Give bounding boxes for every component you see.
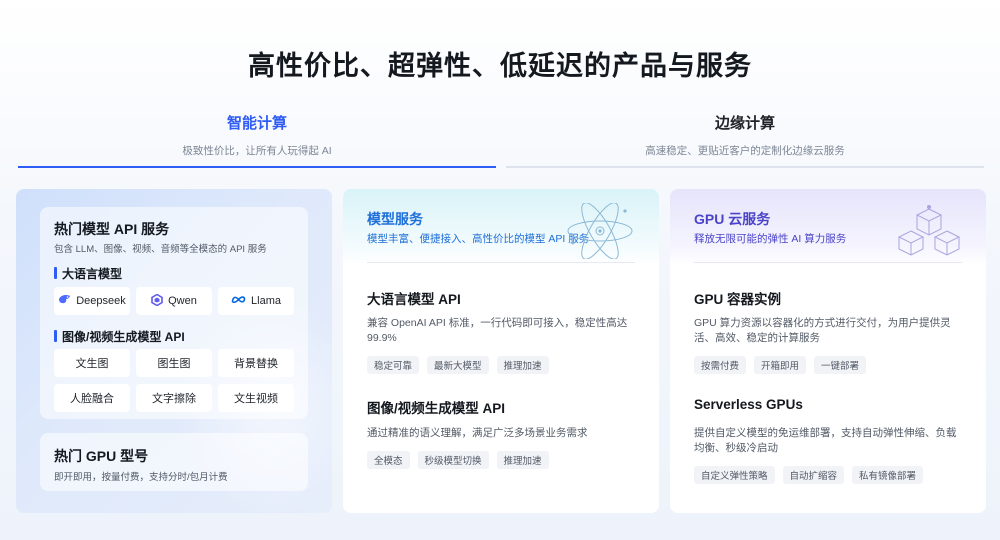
chip-background-replace[interactable]: 背景替换 <box>218 349 294 377</box>
chip-text-erase[interactable]: 文字擦除 <box>136 384 212 412</box>
product-tabs: 智能计算 极致性价比，让所有人玩得起 AI 边缘计算 高速稳定、更贴近客户的定制… <box>18 104 984 168</box>
section-headline: 高性价比、超弹性、低延迟的产品与服务 <box>248 51 752 81</box>
llm-section-label: 大语言模型 <box>54 265 122 282</box>
gpu-container-desc: GPU 算力资源以容器化的方式进行交付，为用户提供灵活、高效、稳定的计算服务 <box>694 317 951 344</box>
tag: 秒级模型切换 <box>417 451 489 469</box>
tag: 推理加速 <box>496 356 549 374</box>
tag: 私有镜像部署 <box>852 466 924 484</box>
tab-active-indicator <box>18 166 496 168</box>
card-title: GPU 云服务 <box>694 211 771 227</box>
card-divider <box>367 262 635 263</box>
card-subtitle: 模型丰富、便捷接入、高性价比的模型 API 服务 <box>367 233 590 245</box>
chip-text-to-image[interactable]: 文生图 <box>54 349 130 377</box>
tag: 全模态 <box>367 451 410 469</box>
chip-label: Deepseek <box>76 295 126 307</box>
llm-api-tags: 稳定可靠 最新大模型 推理加速 <box>367 356 549 374</box>
tag: 稳定可靠 <box>367 356 420 374</box>
model-service-card: 模型服务 模型丰富、便捷接入、高性价比的模型 API 服务 大语言模型 API … <box>343 189 659 513</box>
chip-text-to-video[interactable]: 文生视频 <box>218 384 294 412</box>
tag: 一键部署 <box>814 356 867 374</box>
tag: 推理加速 <box>496 451 549 469</box>
tag: 最新大模型 <box>427 356 489 374</box>
gpu-container-tags: 按需付费 开箱即用 一键部署 <box>694 356 867 374</box>
chip-label: Qwen <box>168 295 197 307</box>
cubes-icon <box>896 203 962 264</box>
atom-icon <box>565 202 635 264</box>
gen-api-title[interactable]: 图像/视频生成模型 API <box>367 397 505 417</box>
serverless-gpu-title[interactable]: Serverless GPUs <box>694 397 803 412</box>
hot-model-title: 热门模型 API 服务 <box>54 221 170 237</box>
gpu-cloud-card: GPU 云服务 释放无限可能的弹性 AI 算力服务 GPU 容器实例 GPU 算… <box>670 189 986 513</box>
gpu-container-title[interactable]: GPU 容器实例 <box>694 288 781 308</box>
chip-qwen[interactable]: Qwen <box>136 287 212 315</box>
tag: 开箱即用 <box>754 356 807 374</box>
chip-label: Llama <box>251 295 281 307</box>
card-subtitle: 释放无限可能的弹性 AI 算力服务 <box>694 233 847 245</box>
card-header: 模型服务 模型丰富、便捷接入、高性价比的模型 API 服务 <box>343 189 659 265</box>
hot-model-subtitle: 包含 LLM、图像、视频、音频等全模态的 API 服务 <box>54 244 267 255</box>
llm-api-desc: 兼容 OpenAI API 标准，一行代码即可接入，稳定性高达 99.9% <box>367 317 628 344</box>
serverless-gpu-desc: 提供自定义模型的免运维部署，支持自动弹性伸缩、负载均衡、秒级冷启动 <box>694 427 957 454</box>
card-header: GPU 云服务 释放无限可能的弹性 AI 算力服务 <box>670 189 986 265</box>
card-divider <box>694 262 962 263</box>
hot-model-api-card[interactable]: 热门模型 API 服务 包含 LLM、图像、视频、音频等全模态的 API 服务 … <box>40 207 308 419</box>
gen-section-label: 图像/视频生成模型 API <box>54 328 185 345</box>
tag: 按需付费 <box>694 356 747 374</box>
hot-gpu-subtitle: 即开即用，按量付费，支持分时/包月计费 <box>54 472 228 483</box>
gen-api-tags: 全模态 秒级模型切换 推理加速 <box>367 451 549 469</box>
meta-icon <box>231 295 246 307</box>
tab-title: 边缘计算 <box>714 115 775 132</box>
hot-services-panel: 热门模型 API 服务 包含 LLM、图像、视频、音频等全模态的 API 服务 … <box>16 189 332 513</box>
tab-subtitle: 极致性价比，让所有人玩得起 AI <box>182 145 332 157</box>
llm-api-title[interactable]: 大语言模型 API <box>367 288 461 308</box>
tag: 自动扩缩容 <box>782 466 845 484</box>
chip-face-fusion[interactable]: 人脸融合 <box>54 384 130 412</box>
tab-indicator <box>506 166 984 168</box>
card-title: 模型服务 <box>367 211 423 227</box>
chip-image-to-image[interactable]: 图生图 <box>136 349 212 377</box>
serverless-gpu-tags: 自定义弹性策略 自动扩缩容 私有镜像部署 <box>694 466 924 484</box>
chip-deepseek[interactable]: Deepseek <box>54 287 130 315</box>
tab-smart-computing[interactable]: 智能计算 极致性价比，让所有人玩得起 AI <box>18 104 496 168</box>
tab-edge-computing[interactable]: 边缘计算 高速稳定、更贴近客户的定制化边缘云服务 <box>506 104 984 168</box>
tab-title: 智能计算 <box>226 115 287 132</box>
gen-api-desc: 通过精准的语义理解，满足广泛多场景业务需求 <box>367 427 588 439</box>
hot-gpu-title: 热门 GPU 型号 <box>54 448 149 464</box>
qwen-icon <box>151 293 163 309</box>
hot-gpu-card[interactable]: 热门 GPU 型号 即开即用，按量付费，支持分时/包月计费 <box>40 433 308 491</box>
tab-subtitle: 高速稳定、更贴近客户的定制化边缘云服务 <box>645 145 845 157</box>
deepseek-icon <box>58 294 71 308</box>
tag: 自定义弹性策略 <box>694 466 775 484</box>
chip-llama[interactable]: Llama <box>218 287 294 315</box>
